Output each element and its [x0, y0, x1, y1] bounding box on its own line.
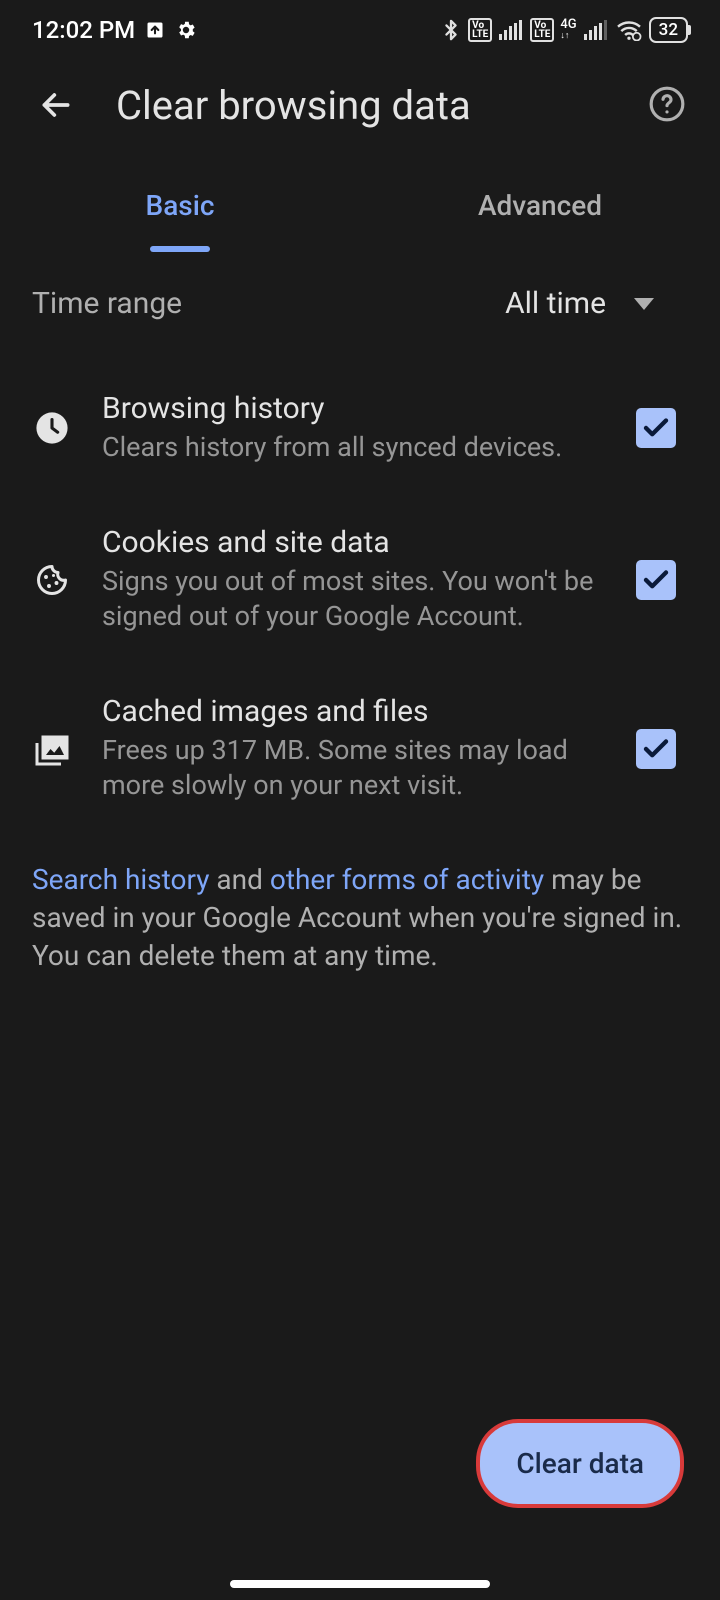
time-range-value: All time [505, 286, 606, 321]
check-icon [641, 565, 671, 595]
status-right: VoLTE VoLTE 4G↓↑ 32 [440, 17, 688, 43]
tab-basic[interactable]: Basic [0, 150, 360, 260]
time-range-dropdown[interactable]: All time [505, 286, 688, 321]
footer-note: Search history and other forms of activi… [0, 843, 720, 992]
back-button[interactable] [32, 81, 80, 129]
footer-text-1: and [209, 863, 269, 896]
option-text: Browsing history Clears history from all… [102, 391, 606, 465]
bluetooth-icon [440, 17, 462, 43]
arrow-back-icon [36, 85, 76, 125]
cookie-icon [32, 560, 72, 600]
option-title: Cached images and files [102, 694, 606, 729]
option-desc: Clears history from all synced devices. [102, 430, 606, 465]
volte-icon-1: VoLTE [468, 18, 492, 42]
time-range-label: Time range [32, 286, 182, 321]
status-time: 12:02 PM [32, 16, 135, 44]
signal-icon-2 [583, 20, 609, 40]
chevron-down-icon [634, 298, 654, 310]
image-icon [32, 729, 72, 769]
link-search-history[interactable]: Search history [32, 863, 209, 896]
tab-basic-label: Basic [146, 189, 215, 222]
status-left: 12:02 PM [32, 16, 197, 44]
home-indicator[interactable] [230, 1580, 490, 1588]
clock-icon [32, 408, 72, 448]
option-browsing-history[interactable]: Browsing history Clears history from all… [0, 361, 720, 495]
wifi-icon [615, 19, 643, 41]
volte-icon-2: VoLTE [530, 18, 554, 42]
option-text: Cached images and files Frees up 317 MB.… [102, 694, 606, 803]
gear-icon [175, 19, 197, 41]
page-title: Clear browsing data [116, 82, 648, 129]
status-bar: 12:02 PM VoLTE VoLTE 4G↓↑ 32 [0, 0, 720, 60]
help-icon [648, 85, 686, 123]
signal-icon-1 [498, 20, 524, 40]
clear-data-button[interactable]: Clear data [476, 1419, 684, 1508]
options-list: Browsing history Clears history from all… [0, 351, 720, 843]
check-icon [641, 413, 671, 443]
clear-data-label: Clear data [516, 1447, 644, 1480]
option-title: Cookies and site data [102, 525, 606, 560]
app-bar: Clear browsing data [0, 60, 720, 150]
upload-icon [145, 20, 165, 40]
option-title: Browsing history [102, 391, 606, 426]
option-text: Cookies and site data Signs you out of m… [102, 525, 606, 634]
help-button[interactable] [648, 85, 688, 125]
checkbox-browsing-history[interactable] [636, 408, 676, 448]
link-other-activity[interactable]: other forms of activity [270, 863, 544, 896]
checkbox-cookies[interactable] [636, 560, 676, 600]
network-4g: 4G↓↑ [560, 20, 576, 41]
option-cached[interactable]: Cached images and files Frees up 317 MB.… [0, 664, 720, 833]
tab-advanced[interactable]: Advanced [360, 150, 720, 260]
option-desc: Signs you out of most sites. You won't b… [102, 564, 606, 634]
option-desc: Frees up 317 MB. Some sites may load mor… [102, 733, 606, 803]
tab-indicator [150, 246, 210, 252]
option-cookies[interactable]: Cookies and site data Signs you out of m… [0, 495, 720, 664]
check-icon [641, 734, 671, 764]
time-range-row[interactable]: Time range All time [0, 260, 720, 351]
battery-icon: 32 [649, 17, 688, 43]
tab-advanced-label: Advanced [478, 189, 602, 222]
checkbox-cached[interactable] [636, 729, 676, 769]
tabs: Basic Advanced [0, 150, 720, 260]
